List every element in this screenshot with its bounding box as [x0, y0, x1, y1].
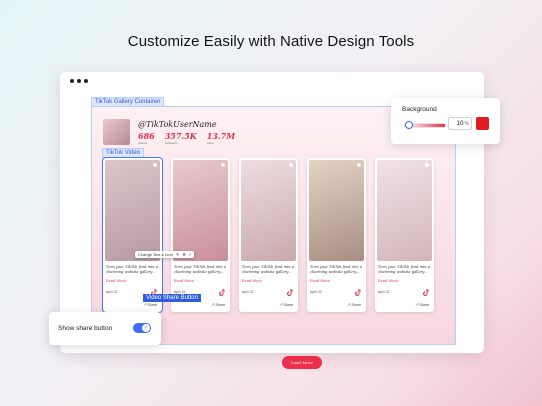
- background-panel-title: Background: [402, 106, 437, 113]
- share-icon: ↗: [279, 302, 283, 307]
- change-text-icon-button[interactable]: Change Text & Icon: [138, 252, 173, 257]
- share-icon: ↗: [347, 302, 351, 307]
- share-settings-panel: Show share button ✓: [49, 312, 161, 345]
- check-icon: ✓: [142, 324, 150, 332]
- background-panel: Background 10 %: [391, 98, 500, 144]
- opacity-unit: %: [464, 120, 469, 127]
- tiktok-icon: [355, 289, 361, 296]
- read-more-link[interactable]: Read More: [378, 279, 398, 283]
- share-button[interactable]: ↗ Share: [143, 302, 157, 307]
- play-icon: [221, 163, 225, 167]
- tiktok-icon: [287, 289, 293, 296]
- video-card[interactable]: Turn your TikTok feed into a charming we…: [102, 157, 163, 313]
- video-caption: Turn your TikTok feed into a charming we…: [106, 265, 158, 274]
- stat-value: 13.7M: [206, 131, 236, 141]
- share-icon: ↗: [211, 302, 215, 307]
- video-date: April 22: [310, 290, 322, 294]
- share-button[interactable]: ↗ Share: [279, 302, 293, 307]
- opacity-value: 10: [456, 120, 464, 127]
- stat-value: 686: [138, 131, 155, 141]
- edit-icon[interactable]: ✎: [176, 252, 179, 257]
- video-thumbnail[interactable]: [241, 160, 296, 261]
- share-button[interactable]: ↗ Share: [211, 302, 225, 307]
- show-share-label: Show share button: [58, 325, 113, 332]
- video-date: April 22: [378, 290, 390, 294]
- profile-avatar: [103, 119, 130, 145]
- share-label: Share: [351, 302, 361, 307]
- video-date: April 22: [106, 290, 118, 294]
- video-thumbnail[interactable]: [105, 160, 160, 261]
- dot-icon: [84, 79, 88, 83]
- profile-username: @TikTokUserName: [138, 120, 217, 129]
- stat-label: Followers: [164, 141, 178, 145]
- video-caption: Turn your TikTok feed into a charming we…: [310, 265, 362, 274]
- dot-icon: [77, 79, 81, 83]
- read-more-link[interactable]: Read More: [310, 279, 330, 283]
- load-more-button[interactable]: Load More: [282, 356, 322, 369]
- play-icon: [425, 163, 429, 167]
- video-caption: Turn your TikTok feed into a charming we…: [174, 265, 226, 274]
- video-thumbnail[interactable]: [377, 160, 432, 261]
- tiktok-icon: [423, 289, 429, 296]
- read-more-link[interactable]: Read More: [242, 279, 262, 283]
- window-menu-dots[interactable]: [70, 79, 88, 83]
- profile-stats: 686 Videos 357.5K Followers 13.7M Likes: [138, 131, 235, 145]
- dot-icon: [70, 79, 74, 83]
- show-share-toggle[interactable]: ✓: [133, 323, 151, 333]
- share-label: Share: [419, 302, 429, 307]
- share-button[interactable]: ↗ Share: [415, 302, 429, 307]
- share-icon: ↗: [143, 302, 147, 307]
- share-button[interactable]: ↗ Share: [347, 302, 361, 307]
- read-more-link[interactable]: Read More: [174, 279, 194, 283]
- video-date: April 22: [242, 290, 254, 294]
- video-card[interactable]: Turn your TikTok feed into a charming we…: [171, 158, 230, 312]
- play-icon: [357, 163, 361, 167]
- stat-value: 357.5K: [164, 131, 197, 141]
- video-card-list: Turn your TikTok feed into a charming we…: [102, 157, 434, 313]
- video-thumbnail[interactable]: [309, 160, 364, 261]
- video-card[interactable]: Turn your TikTok feed into a charming we…: [239, 158, 298, 312]
- tiktok-icon: [219, 289, 225, 296]
- share-label: Share: [215, 302, 225, 307]
- stat-videos: 686 Videos: [138, 131, 155, 145]
- element-toolbar: Change Text & Icon ✎ ⚙ ?: [135, 251, 195, 258]
- opacity-input[interactable]: 10 %: [448, 117, 472, 130]
- share-label: Share: [283, 302, 293, 307]
- video-caption: Turn your TikTok feed into a charming we…: [242, 265, 294, 274]
- play-icon: [289, 163, 293, 167]
- video-caption: Turn your TikTok feed into a charming we…: [378, 265, 430, 274]
- stat-likes: 13.7M Likes: [207, 131, 235, 145]
- tiktok-video-label[interactable]: TikTok Video: [102, 148, 145, 158]
- settings-icon[interactable]: ⚙: [182, 252, 186, 257]
- video-card[interactable]: Turn your TikTok feed into a charming we…: [375, 158, 434, 312]
- video-card[interactable]: Turn your TikTok feed into a charming we…: [307, 158, 366, 312]
- page-headline: Customize Easily with Native Design Tool…: [127, 33, 415, 50]
- opacity-slider-handle[interactable]: [405, 121, 413, 129]
- video-share-button-tag[interactable]: Video Share Button: [143, 294, 201, 302]
- share-label: Share: [147, 302, 157, 307]
- read-more-link[interactable]: Read More: [106, 279, 126, 283]
- play-icon: [153, 163, 157, 167]
- stat-followers: 357.5K Followers: [165, 131, 197, 145]
- video-thumbnail[interactable]: [173, 160, 228, 261]
- share-icon: ↗: [415, 302, 419, 307]
- background-color-swatch[interactable]: [476, 117, 489, 130]
- stat-label: Likes: [206, 141, 214, 145]
- stat-label: Videos: [138, 141, 148, 145]
- help-icon[interactable]: ?: [189, 252, 191, 257]
